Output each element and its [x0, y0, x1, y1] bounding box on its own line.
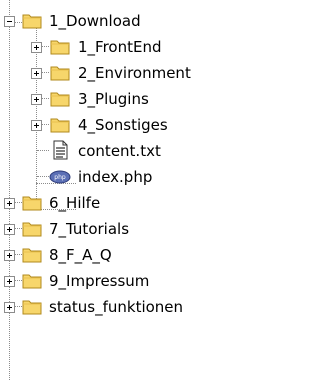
- expand-toggle[interactable]: [4, 250, 15, 261]
- node-label: status_funktionen: [49, 298, 184, 316]
- folder-icon: [22, 274, 42, 289]
- text-file-icon: [53, 140, 68, 160]
- tree-node-2-environment[interactable]: 2_Environment: [0, 61, 269, 87]
- tree-node-9-impressum[interactable]: 9_Impressum: [0, 269, 269, 295]
- node-label: index.php: [78, 168, 153, 186]
- expand-toggle[interactable]: [31, 94, 42, 105]
- node-label: 2_Environment: [78, 64, 191, 82]
- tree-node-8-f-a-q[interactable]: 8_F_A_Q: [0, 243, 269, 269]
- php-file-icon: php: [49, 170, 71, 184]
- folder-icon: [22, 300, 42, 315]
- node-label: 7_Tutorials: [49, 220, 130, 238]
- folder-open-icon: [22, 14, 42, 29]
- tree-node-1-download[interactable]: 1_Download: [0, 9, 269, 35]
- tree-node-index-php[interactable]: php index.php: [0, 165, 269, 191]
- expand-toggle[interactable]: [31, 42, 42, 53]
- node-label: 9_Impressum: [49, 272, 150, 290]
- expand-toggle[interactable]: [31, 120, 42, 131]
- tree-node-content-txt[interactable]: content.txt: [0, 139, 269, 165]
- node-label: 8_F_A_Q: [49, 246, 112, 264]
- node-label: 1_Download: [49, 12, 141, 30]
- folder-icon: [22, 222, 42, 237]
- folder-icon: [50, 118, 70, 133]
- tree-node-7-tutorials[interactable]: 7_Tutorials: [0, 217, 269, 243]
- tree-node-4-sonstiges[interactable]: 4_Sonstiges: [0, 113, 269, 139]
- expand-toggle[interactable]: [4, 224, 15, 235]
- expand-toggle[interactable]: [4, 276, 15, 287]
- tree-node-1-frontend[interactable]: 1_FrontEnd: [0, 35, 269, 61]
- tree-node-status-funktionen[interactable]: status_funktionen: [0, 295, 269, 321]
- folder-icon: [22, 196, 42, 211]
- node-label: 6_Hilfe: [49, 194, 101, 212]
- node-label: 4_Sonstiges: [78, 116, 168, 134]
- node-label: 3_Plugins: [78, 90, 149, 108]
- expand-toggle[interactable]: [4, 198, 15, 209]
- folder-icon: [50, 66, 70, 81]
- expand-toggle[interactable]: [4, 302, 15, 313]
- svg-text:php: php: [54, 174, 66, 181]
- node-label: content.txt: [78, 142, 161, 160]
- folder-tree: 1_Download 1_FrontEnd 2_Environment 3_Pl…: [0, 0, 269, 389]
- folder-icon: [22, 248, 42, 263]
- folder-icon: [50, 40, 70, 55]
- collapse-toggle[interactable]: [4, 16, 15, 27]
- node-label: 1_FrontEnd: [78, 38, 162, 56]
- folder-icon: [50, 92, 70, 107]
- tree-node-6-hilfe[interactable]: 6_Hilfe: [0, 191, 269, 217]
- tree-node-3-plugins[interactable]: 3_Plugins: [0, 87, 269, 113]
- expand-toggle[interactable]: [31, 68, 42, 79]
